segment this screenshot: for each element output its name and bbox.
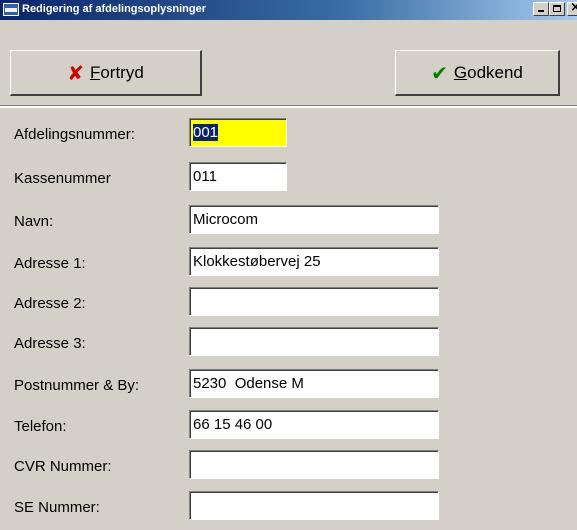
cancel-label: Fortryd (90, 63, 144, 83)
cancel-accel-key: F (89, 62, 101, 82)
window-title: Redigering af afdelingsoplysninger (22, 3, 206, 15)
cancel-label-rest: ortryd (100, 62, 144, 82)
form-row-register-number: Kassenummer 011 (0, 162, 577, 196)
se-number-label: SE Nummer: (14, 499, 100, 516)
register-number-label: Kassenummer (14, 170, 111, 187)
approve-label: Godkend (454, 63, 523, 83)
maximize-icon[interactable] (549, 2, 565, 16)
postal-city-field[interactable]: 5230 Odense M (189, 369, 439, 398)
approve-accel-key: G (453, 62, 468, 82)
address-1-field[interactable]: Klokkestøbervej 25 (189, 247, 439, 276)
toolbar-divider (0, 106, 577, 108)
phone-field[interactable]: 66 15 46 00 (189, 410, 439, 439)
se-number-field[interactable] (189, 491, 439, 520)
address-2-field[interactable] (189, 287, 439, 316)
toolbar: ✘ Fortryd ✔ Godkend (0, 20, 577, 106)
form-row-postal-city: Postnummer & By: 5230 Odense M (0, 369, 577, 403)
form-row-address-2: Adresse 2: (0, 287, 577, 321)
address-2-label: Adresse 2: (14, 295, 86, 312)
check-icon: ✔ (431, 60, 448, 85)
title-bar[interactable]: Redigering af afdelingsoplysninger (0, 0, 577, 20)
cvr-number-label: CVR Nummer: (14, 458, 112, 475)
x-icon: ✘ (67, 60, 84, 85)
approve-button[interactable]: ✔ Godkend (395, 50, 560, 96)
department-number-field[interactable]: 001 (189, 118, 287, 147)
approve-label-rest: odkend (467, 62, 523, 82)
form-row-cvr-number: CVR Nummer: (0, 450, 577, 484)
cvr-number-field[interactable] (189, 450, 439, 479)
name-field[interactable]: Microcom (189, 205, 439, 234)
form-row-name: Navn: Microcom (0, 205, 577, 239)
address-1-label: Adresse 1: (14, 255, 86, 272)
form-row-se-number: SE Nummer: (0, 491, 577, 525)
close-icon[interactable] (567, 2, 577, 16)
form-row-address-1: Adresse 1: Klokkestøbervej 25 (0, 247, 577, 281)
minimize-icon[interactable] (533, 2, 549, 16)
address-3-label: Adresse 3: (14, 335, 86, 352)
postal-city-label: Postnummer & By: (14, 377, 140, 394)
register-number-field[interactable]: 011 (189, 162, 287, 191)
cancel-button[interactable]: ✘ Fortryd (10, 50, 202, 96)
name-label: Navn: (14, 213, 54, 230)
department-number-label: Afdelingsnummer: (14, 126, 135, 143)
department-number-value: 001 (193, 124, 219, 141)
form-row-department-number: Afdelingsnummer: 001 (0, 118, 577, 152)
form-row-address-3: Adresse 3: (0, 327, 577, 361)
phone-label: Telefon: (14, 418, 67, 435)
form-row-phone: Telefon: 66 15 46 00 (0, 410, 577, 444)
window-controls (533, 2, 577, 16)
app-icon[interactable] (3, 3, 19, 16)
address-3-field[interactable] (189, 327, 439, 356)
